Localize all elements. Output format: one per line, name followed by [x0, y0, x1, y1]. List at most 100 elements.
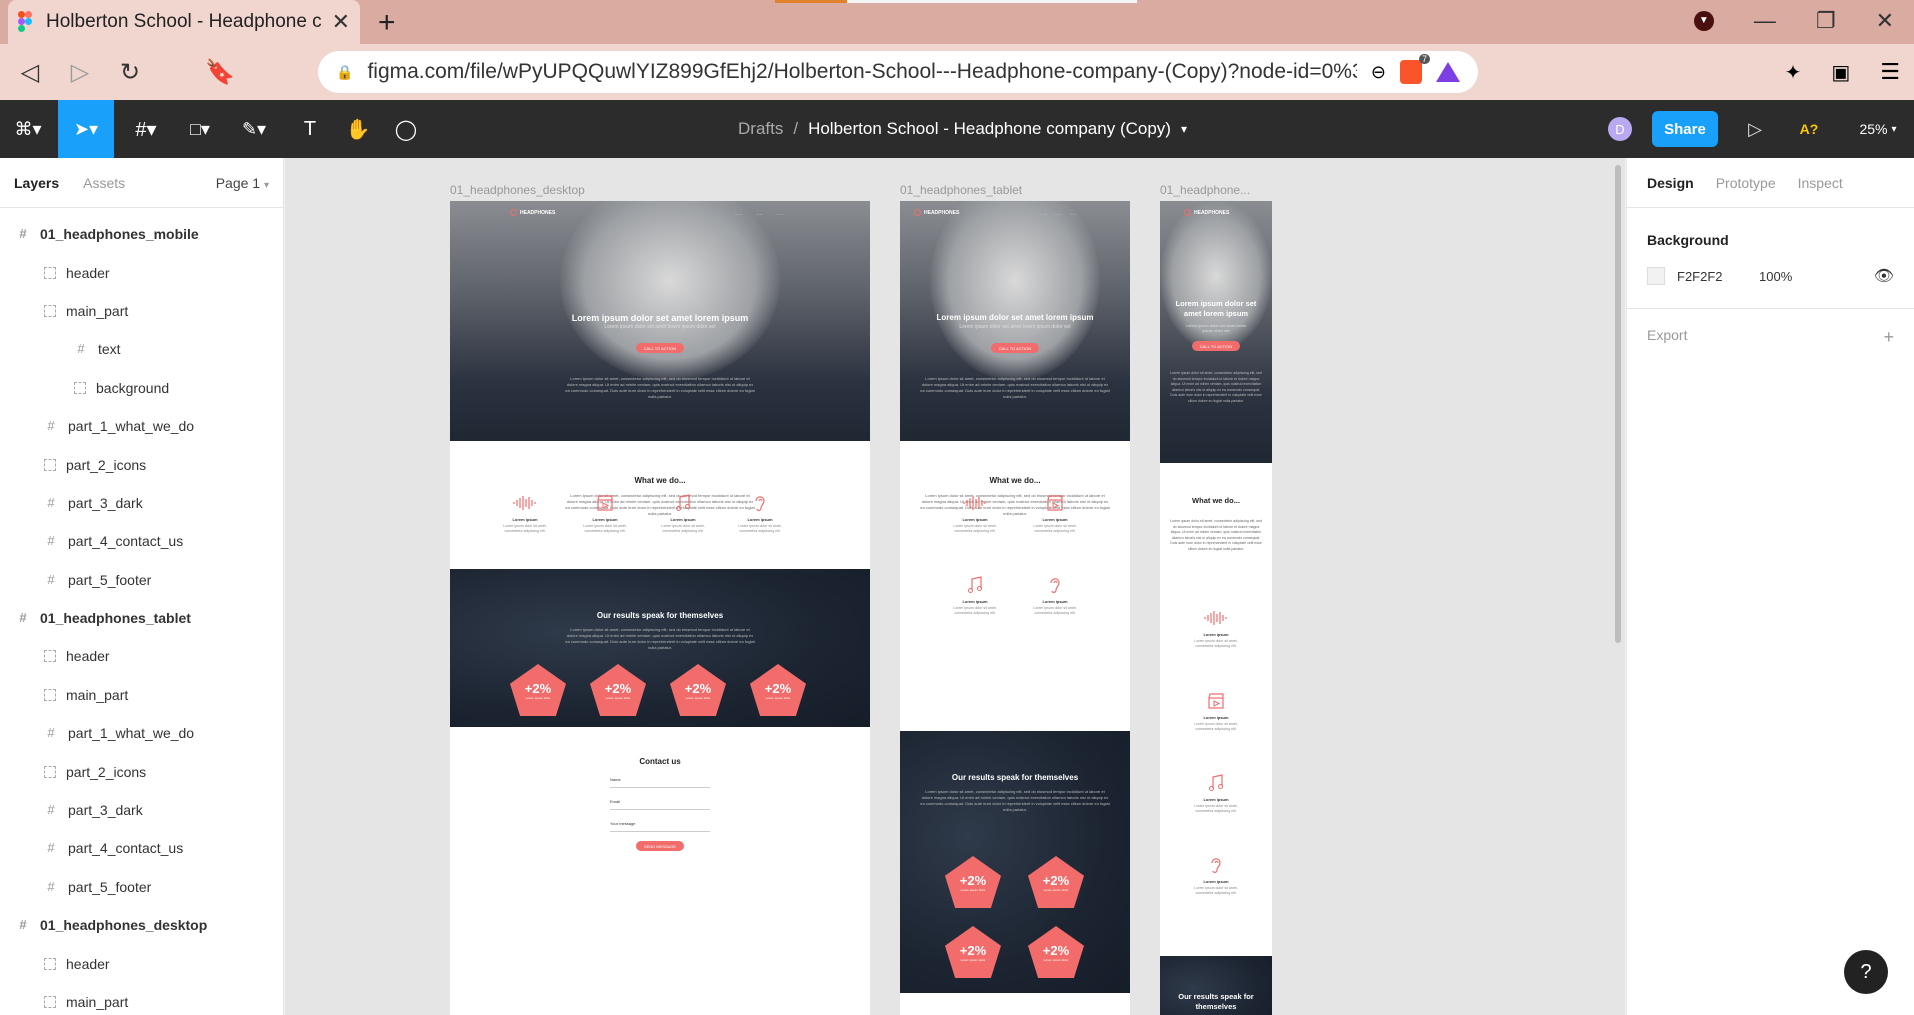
hero-image [560, 201, 780, 381]
layer-item[interactable]: # text [0, 330, 283, 368]
brave-menu-icon[interactable]: ▼ [1693, 11, 1714, 31]
layer-item[interactable]: # part_3_dark [0, 484, 283, 522]
canvas[interactable]: 01_headphones_desktop 01_headphones_tabl… [285, 158, 1625, 1015]
stat-value: +2% [524, 680, 552, 696]
brave-shield-icon[interactable]: 7 [1400, 54, 1430, 84]
pen-tool-icon[interactable]: ✎▾ [234, 100, 274, 158]
breadcrumb-drafts[interactable]: Drafts [738, 119, 783, 139]
layer-item[interactable]: header [0, 253, 283, 291]
add-export-icon[interactable]: + [1883, 327, 1894, 348]
missing-fonts-indicator[interactable]: A? [1794, 100, 1824, 158]
bookmark-icon[interactable]: 🔖 [200, 52, 240, 92]
layer-item[interactable]: main_part [0, 983, 283, 1015]
layer-item[interactable]: # part_5_footer [0, 561, 283, 599]
mobile-frame[interactable]: HEADPHONES Lorem ipsum dolor set amet lo… [1160, 201, 1272, 1015]
zoom-icon[interactable]: ⊖ [1371, 62, 1386, 83]
layer-item[interactable]: # part_1_what_we_do [0, 714, 283, 752]
tab-inspect[interactable]: Inspect [1798, 175, 1843, 191]
layer-item[interactable]: #01_headphones_mobile [0, 215, 283, 253]
tablet-frame[interactable]: HEADPHONES — — — — — — Lorem ipsum dolor s… [900, 201, 1130, 1015]
layer-item[interactable]: header [0, 944, 283, 982]
contact-field-label: Email [610, 799, 621, 804]
wallet-icon[interactable]: ▣ [1831, 60, 1850, 85]
layer-item[interactable]: part_2_icons [0, 445, 283, 483]
contact-field-input[interactable] [610, 831, 710, 832]
send-button[interactable]: SEND MESSAGE [636, 841, 684, 851]
background-swatch[interactable] [1647, 267, 1665, 285]
feature-text: Lorem ipsum dolor sit amet, consectetur … [1194, 639, 1238, 648]
extensions-icon[interactable]: ✦ [1785, 60, 1802, 85]
shape-tool-icon[interactable]: □▾ [180, 100, 220, 158]
frame-icon: # [47, 494, 55, 510]
contact-field-input[interactable] [610, 787, 710, 788]
contact-field-input[interactable] [610, 809, 710, 810]
tab-prototype[interactable]: Prototype [1716, 175, 1776, 191]
tablet-logo[interactable]: HEADPHONES [914, 209, 959, 216]
text-tool-icon[interactable]: T [292, 100, 328, 158]
what-we-do-paragraph: Lorem ipsum dolor sit amet, consectetur … [1170, 519, 1262, 551]
comment-tool-icon[interactable]: ◯ [388, 100, 424, 158]
feature-item: Lorem ipsum Lorem ipsum dolor sit amet, c… [730, 491, 790, 534]
chevron-down-icon[interactable]: ▾ [1181, 122, 1187, 136]
layer-item[interactable]: # part_4_contact_us [0, 522, 283, 560]
url-text[interactable]: figma.com/file/wPyUPQQuwlYIZ899GfEhj2/Ho… [367, 60, 1356, 84]
minimize-icon[interactable]: — [1754, 8, 1776, 34]
back-icon[interactable]: ◁ [10, 52, 50, 92]
close-tab-icon[interactable]: ✕ [332, 9, 350, 35]
move-tool-icon[interactable]: ➤▾ [58, 100, 114, 158]
desktop-logo[interactable]: HEADPHONES [510, 209, 555, 216]
layer-item[interactable]: main_part [0, 292, 283, 330]
frame-label-tablet[interactable]: 01_headphones_tablet [900, 183, 1022, 197]
zoom-level[interactable]: 25% ▾ [1850, 100, 1906, 158]
forward-icon[interactable]: ▷ [60, 52, 100, 92]
browser-tab[interactable]: Holberton School - Headphone c ✕ [8, 0, 360, 44]
layer-item[interactable]: main_part [0, 676, 283, 714]
layer-item[interactable]: #01_headphones_tablet [0, 599, 283, 637]
cta-button[interactable]: CALL TO ACTION [991, 343, 1039, 353]
address-bar[interactable]: 🔒 figma.com/file/wPyUPQQuwlYIZ899GfEhj2/… [318, 51, 1478, 93]
logo-text: HEADPHONES [520, 209, 556, 216]
avatar[interactable]: D [1608, 117, 1632, 141]
stat-pentagon: +2% Lorem ipsum dolor [670, 664, 726, 716]
frame-label-desktop[interactable]: 01_headphones_desktop [450, 183, 585, 197]
background-opacity[interactable]: 100% [1759, 269, 1792, 284]
layer-item[interactable]: #01_headphones_desktop [0, 906, 283, 944]
stat-caption: Lorem ipsum dolor [960, 957, 986, 962]
background-hex[interactable]: F2F2F2 [1677, 269, 1747, 284]
help-button[interactable]: ? [1844, 950, 1888, 994]
hand-tool-icon[interactable]: ✋ [340, 100, 376, 158]
canvas-scrollbar[interactable] [1615, 165, 1621, 643]
share-button[interactable]: Share [1652, 111, 1718, 147]
page-selector[interactable]: Page 1 ▾ [216, 175, 269, 191]
restore-icon[interactable]: ❐ [1816, 8, 1836, 34]
layer-item[interactable]: part_2_icons [0, 752, 283, 790]
tab-assets[interactable]: Assets [83, 175, 125, 191]
mobile-logo[interactable]: HEADPHONES [1184, 209, 1229, 216]
results-section: Our results speak for themselves Lorem i… [900, 731, 1130, 993]
brave-rewards-icon[interactable] [1436, 62, 1460, 82]
close-window-icon[interactable]: ✕ [1876, 8, 1894, 34]
layer-item[interactable]: # part_1_what_we_do [0, 407, 283, 445]
cta-button[interactable]: CALL TO ACTION [1192, 341, 1240, 351]
layer-item[interactable]: background [0, 369, 283, 407]
cta-button[interactable]: CALL TO ACTION [636, 343, 684, 353]
figma-menu-icon[interactable]: ⌘▾ [8, 100, 48, 158]
layer-item[interactable]: # part_3_dark [0, 791, 283, 829]
layer-item[interactable]: # part_4_contact_us [0, 829, 283, 867]
frame-tool-icon[interactable]: #▾ [126, 100, 166, 158]
layer-name: background [96, 379, 170, 396]
tab-layers[interactable]: Layers [14, 175, 59, 191]
new-tab-icon[interactable]: + [378, 6, 396, 40]
frame-label-mobile[interactable]: 01_headphone... [1160, 183, 1250, 197]
group-icon [44, 996, 56, 1008]
layer-item[interactable]: # part_5_footer [0, 868, 283, 906]
desktop-frame[interactable]: HEADPHONES — — — — — — Lorem ipsum dolor s… [450, 201, 870, 1015]
layer-item[interactable]: header [0, 637, 283, 675]
reload-icon[interactable]: ↻ [110, 52, 150, 92]
feature-label: Lorem ipsum [747, 517, 773, 522]
eye-icon[interactable]: 👁 [1874, 266, 1894, 286]
file-name[interactable]: Holberton School - Headphone company (Co… [808, 119, 1171, 139]
tab-design[interactable]: Design [1647, 175, 1694, 191]
menu-icon[interactable]: ☰ [1880, 59, 1900, 85]
present-icon[interactable]: ▷ [1740, 100, 1770, 158]
